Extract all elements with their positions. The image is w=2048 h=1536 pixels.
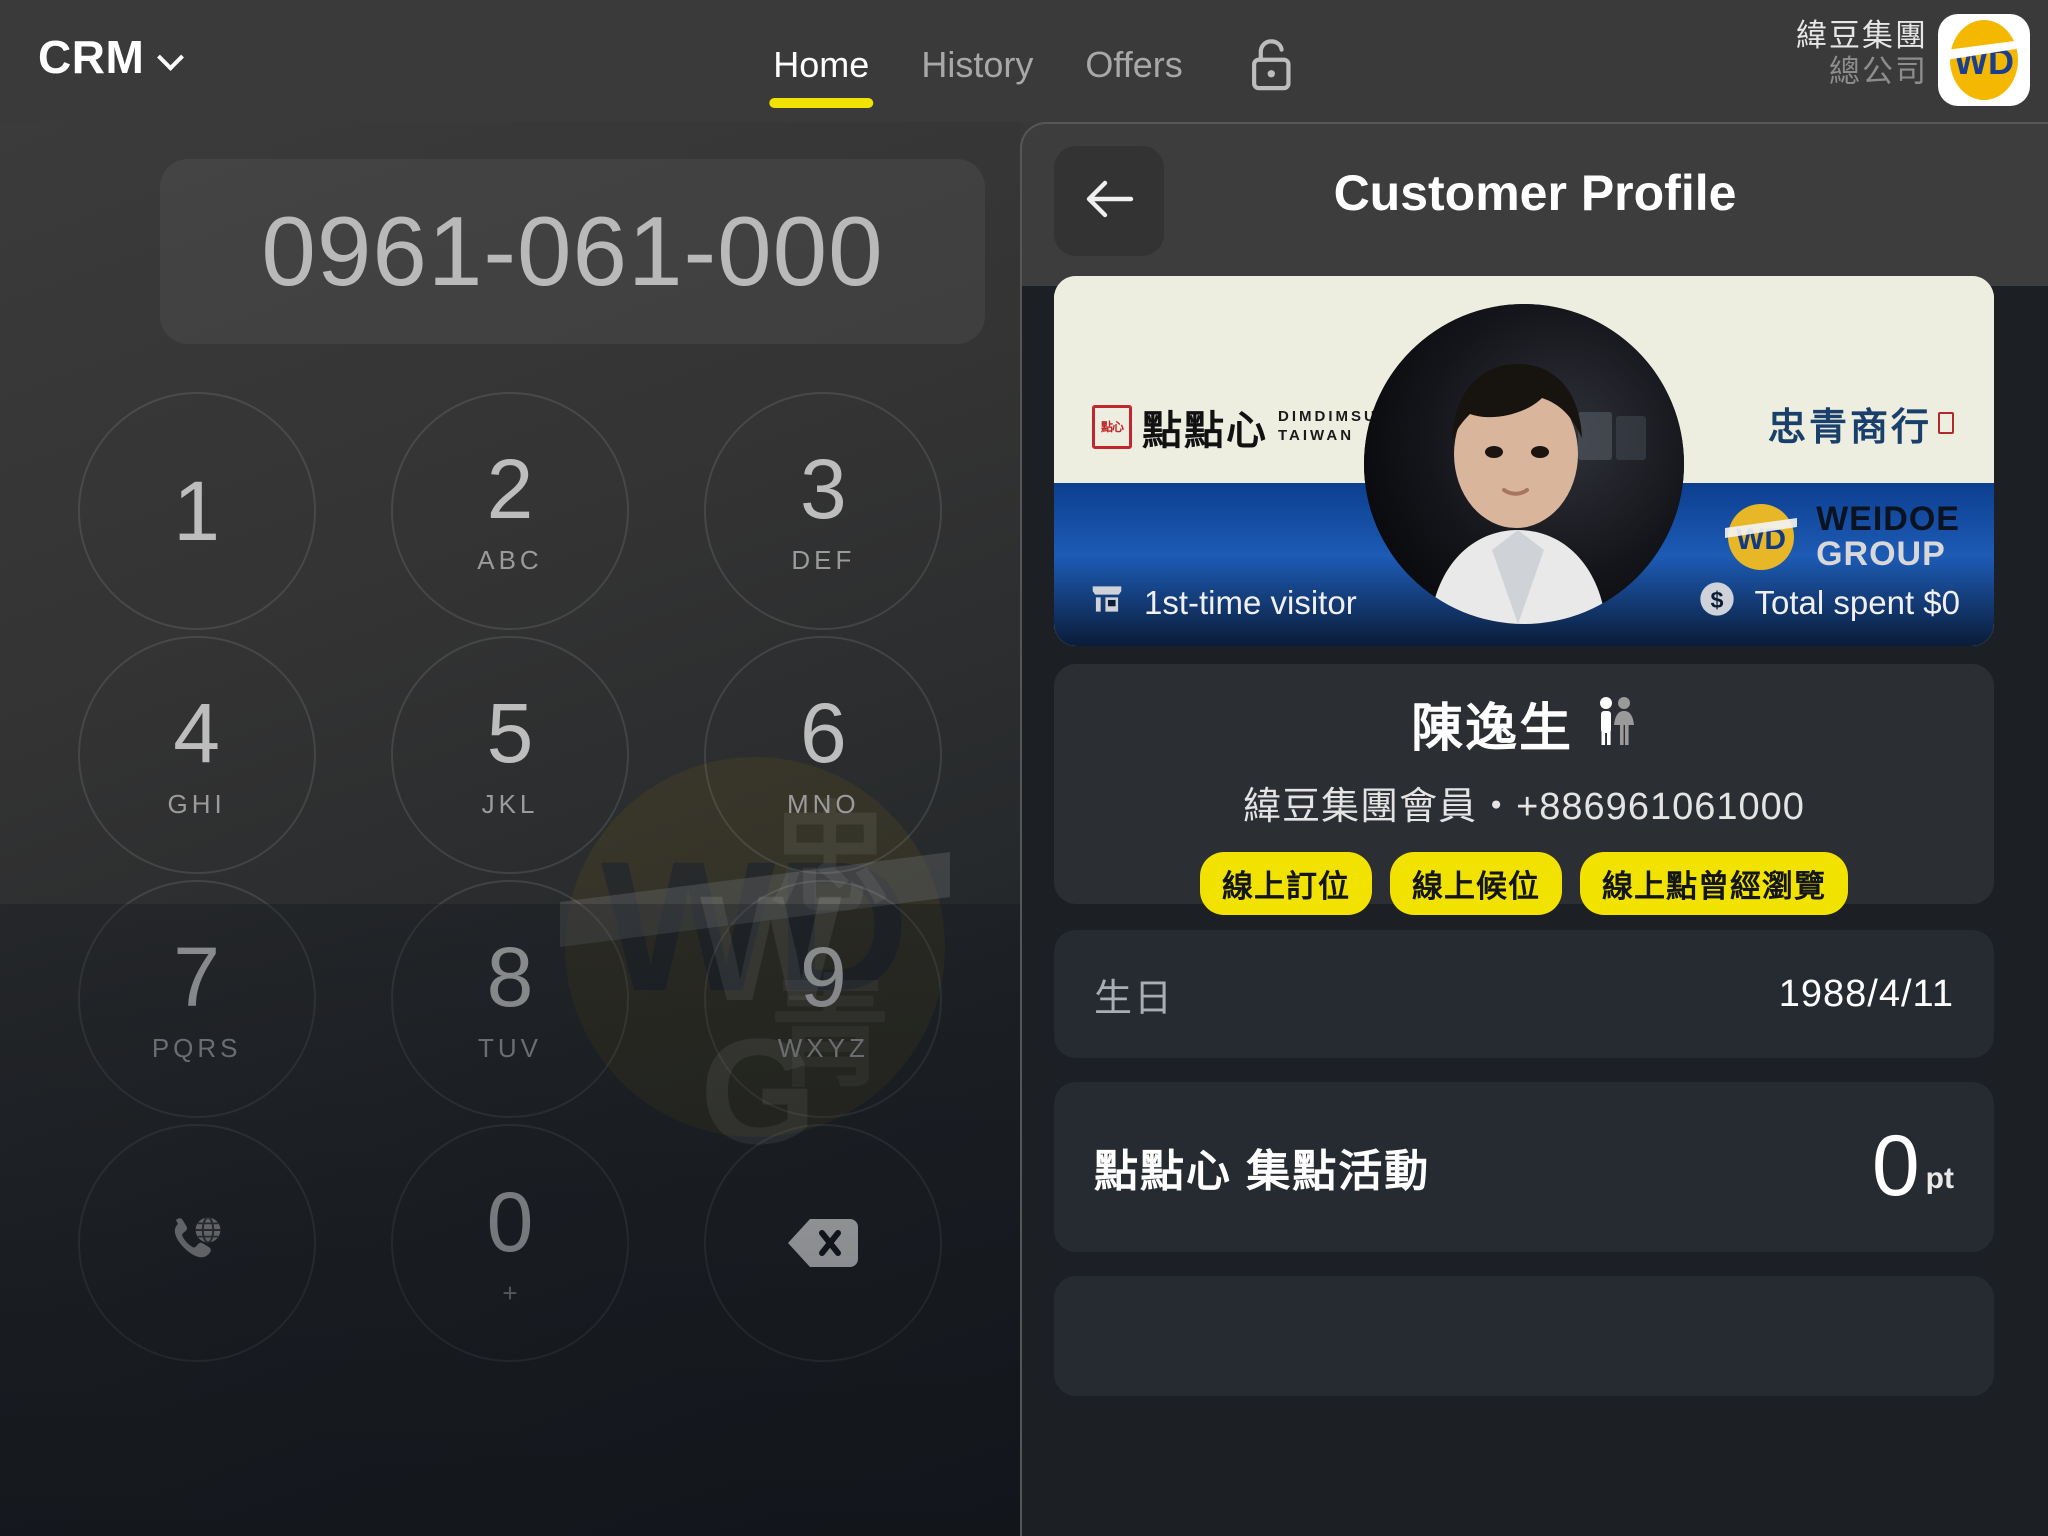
dimdimsum-logo: 點心 點點心 DIMDIMSUM TAIWAN — [1092, 398, 1393, 456]
dialpad-key-2-letters: ABC — [477, 544, 543, 575]
dialpad-key-0-plus: + — [502, 1278, 518, 1308]
svg-text:$: $ — [1710, 587, 1723, 613]
dialpad-key-7-digit: 7 — [173, 929, 221, 1024]
dialpad-key-6-digit: 6 — [799, 685, 847, 780]
tag-online-browsed[interactable]: 線上點曾經瀏覽 — [1580, 852, 1848, 915]
wd-logo: WD — [1938, 14, 2030, 106]
dimdimsum-logo-cjk: 點點心 — [1142, 408, 1268, 454]
dialpad-key-6-letters: MNO — [786, 788, 860, 819]
brand-selector[interactable]: CRM — [38, 30, 184, 84]
next-card-partial[interactable] — [1054, 1276, 1994, 1396]
dialpad-key-3-letters: DEF — [791, 544, 856, 575]
membership-line: 緯豆集團會員・+886961061000 — [1243, 786, 1805, 828]
top-bar: CRM Home History Offers 緯豆集團 總公司 WD — [0, 0, 2048, 122]
total-spent: $ Total spent $0 — [1697, 579, 1960, 627]
dialpad-key-9[interactable]: 9 WXYZ — [704, 880, 943, 1118]
backspace-icon — [786, 1215, 860, 1271]
customer-tags: 線上訂位 線上候位 線上點曾經瀏覽 — [1200, 852, 1848, 915]
dialpad-key-1[interactable]: 1 — [77, 392, 316, 630]
customer-name: 陳逸生 — [1410, 700, 1573, 758]
dialpad-key-4-digit: 4 — [173, 685, 221, 780]
tag-online-waitlist[interactable]: 線上候位 — [1390, 852, 1562, 915]
tab-history[interactable]: History — [895, 34, 1059, 96]
zhongqing-logo-cjk: 忠青商行 — [1767, 405, 1932, 449]
tab-offers-label: Offers — [1085, 44, 1183, 85]
dialpad-key-4-letters: GHI — [167, 788, 226, 819]
dialpad-key-6[interactable]: 6 MNO — [704, 636, 943, 874]
birthday-row[interactable]: 生日 1988/4/11 — [1054, 930, 1994, 1058]
crm-app-window: CRM Home History Offers 緯豆集團 總公司 WD WD 忠… — [0, 0, 2048, 1536]
loyalty-program-label: 點點心 集點活動 — [1094, 1147, 1431, 1196]
phone-globe-icon — [161, 1207, 233, 1279]
customer-status-row: 1st-time visitor $ Total spent $0 — [1054, 560, 1994, 646]
birthday-value: 1988/4/11 — [1778, 972, 1954, 1015]
dialpad-key-2[interactable]: 2 ABC — [390, 392, 629, 630]
loyalty-points-value: 0 — [1871, 1118, 1920, 1215]
visitor-status: 1st-time visitor — [1088, 580, 1357, 626]
dialpad-key-4[interactable]: 4 GHI — [77, 636, 316, 874]
store-icon — [1088, 580, 1126, 626]
tab-history-label: History — [921, 44, 1034, 85]
total-spent-label: Total spent $0 — [1754, 584, 1960, 621]
dialer-pane: WD 忠 青 WG 0961-061-000 1 2 ABC 3 DEF 4 G… — [0, 122, 1020, 1536]
tab-offers[interactable]: Offers — [1059, 34, 1208, 96]
dialpad-key-5-digit: 5 — [486, 685, 534, 780]
phone-number-input[interactable]: 0961-061-000 — [160, 159, 985, 344]
customer-name-row: 陳逸生 — [1411, 686, 1637, 761]
male-female-icon — [1593, 695, 1637, 752]
dialpad-key-9-digit: 9 — [799, 929, 847, 1024]
dialpad-key-8-digit: 8 — [486, 929, 534, 1024]
brand-title: CRM — [38, 31, 145, 83]
organization-info: 緯豆集團 總公司 — [1796, 18, 1928, 89]
dialpad-key-3-digit: 3 — [799, 441, 847, 536]
dialpad-key-2-digit: 2 — [486, 441, 534, 536]
dialpad-key-7-letters: PQRS — [151, 1032, 242, 1063]
loyalty-points-unit: pt — [1925, 1161, 1954, 1195]
international-call-button[interactable] — [77, 1124, 316, 1362]
mini-seal-icon — [1938, 412, 1954, 434]
unlock-icon[interactable] — [1243, 34, 1301, 96]
organization-branch: 總公司 — [1829, 53, 1928, 89]
dialpad-key-0[interactable]: 0 + — [390, 1124, 629, 1362]
visitor-status-label: 1st-time visitor — [1144, 584, 1357, 621]
weidoe-line1: WEIDOE — [1816, 500, 1960, 539]
birthday-label: 生日 — [1094, 977, 1175, 1020]
customer-identity-block: 陳逸生 緯豆集團會員・+886961061000 線上訂位 線上候位 線上點曾經… — [1054, 664, 1994, 915]
page-title: Customer Profile — [1333, 165, 1737, 221]
dialpad-key-5[interactable]: 5 JKL — [390, 636, 629, 874]
tab-home-label: Home — [773, 44, 870, 85]
tab-active-underline — [769, 98, 874, 108]
chevron-down-icon — [158, 44, 184, 70]
customer-banner-card: 點心 點點心 DIMDIMSUM TAIWAN 忠青商行 WD WEIDOE G… — [1054, 276, 1994, 646]
panel-header: Customer Profile — [1022, 124, 2048, 286]
dialpad-key-5-letters: JKL — [481, 788, 539, 819]
phone-number-value: 0961-061-000 — [261, 196, 884, 306]
loyalty-points-value-group: 0 pt — [1871, 1118, 1954, 1215]
dollar-circle-icon: $ — [1697, 579, 1737, 627]
dialpad-key-1-digit: 1 — [173, 464, 221, 558]
backspace-button[interactable] — [704, 1124, 943, 1362]
zhongqing-logo: 忠青商行 — [1768, 396, 1954, 451]
customer-profile-panel: Customer Profile 點心 點點心 DIMDIMSUM TAIWAN… — [1020, 122, 2048, 1536]
dialpad-key-7[interactable]: 7 PQRS — [77, 880, 316, 1118]
tag-online-reservation[interactable]: 線上訂位 — [1200, 852, 1372, 915]
seal-stamp-icon: 點心 — [1092, 405, 1132, 449]
main-nav: Home History Offers — [747, 34, 1301, 108]
loyalty-points-row[interactable]: 點點心 集點活動 0 pt — [1054, 1082, 1994, 1252]
tab-home[interactable]: Home — [747, 34, 895, 108]
dialpad-key-9-letters: WXYZ — [777, 1032, 869, 1063]
dialpad: 1 2 ABC 3 DEF 4 GHI 5 JKL 6 MNO 7 PQRS 8… — [40, 392, 980, 1362]
organization-name: 緯豆集團 — [1796, 18, 1928, 53]
profile-scroll-area[interactable]: 點心 點點心 DIMDIMSUM TAIWAN 忠青商行 WD WEIDOE G… — [1022, 276, 2048, 1536]
dialpad-key-8-letters: TUV — [477, 1032, 542, 1063]
dialpad-key-3[interactable]: 3 DEF — [704, 392, 943, 630]
dialpad-key-8[interactable]: 8 TUV — [390, 880, 629, 1118]
dialpad-key-0-digit: 0 — [486, 1175, 534, 1269]
